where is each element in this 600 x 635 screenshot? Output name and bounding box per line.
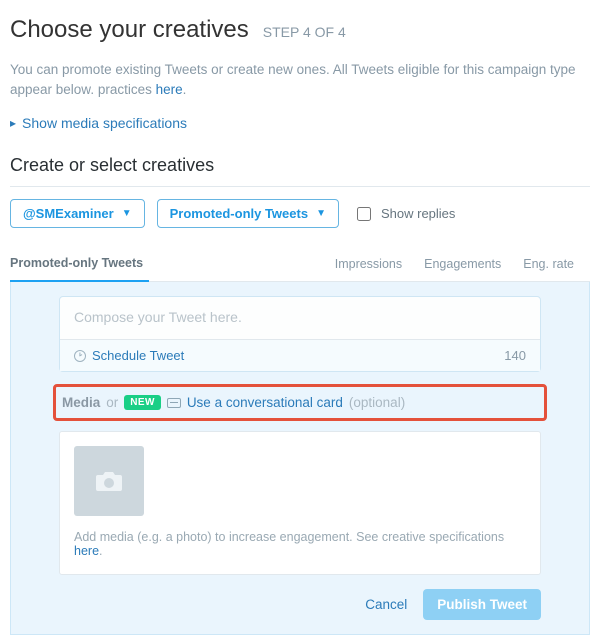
show-media-specs-label: Show media specifications [22,115,187,131]
card-icon [167,398,181,408]
page-header: Choose your creatives STEP 4 OF 4 [10,16,590,44]
camera-icon [94,469,124,493]
intro-text-body: You can promote existing Tweets or creat… [10,62,576,97]
account-select[interactable]: @SMExaminer ▼ [10,199,145,228]
media-options-row: Media or NEW Use a conversational card (… [60,389,540,416]
publish-tweet-button[interactable]: Publish Tweet [423,589,541,620]
tweet-composer-card: Compose your Tweet here. Schedule Tweet … [59,296,541,372]
composer-footer: Schedule Tweet 140 [60,339,540,371]
chevron-down-icon: ▼ [122,208,132,219]
add-media-button[interactable] [74,446,144,516]
show-replies-toggle[interactable]: Show replies [357,206,455,221]
media-help-before: Add media (e.g. a photo) to increase eng… [74,530,504,544]
media-row-highlight: Media or NEW Use a conversational card (… [53,384,547,421]
char-counter: 140 [504,348,526,363]
cancel-button[interactable]: Cancel [365,597,407,612]
col-engagements: Engagements [418,257,517,281]
chevron-down-icon: ▼ [316,208,326,219]
tweet-scope-label: Promoted-only Tweets [170,206,308,221]
composer-panel: Compose your Tweet here. Schedule Tweet … [10,282,590,635]
section-title: Create or select creatives [10,155,590,187]
filter-row: @SMExaminer ▼ Promoted-only Tweets ▼ Sho… [10,199,590,228]
intro-text: You can promote existing Tweets or creat… [10,60,590,99]
media-help-after: . [99,544,102,558]
col-eng-rate: Eng. rate [517,257,590,281]
composer-actions: Cancel Publish Tweet [59,589,541,620]
or-text: or [106,395,118,410]
media-upload-card: Add media (e.g. a photo) to increase eng… [59,431,541,575]
intro-text-after: . [183,82,187,97]
col-impressions: Impressions [329,257,418,281]
media-help-text: Add media (e.g. a photo) to increase eng… [74,530,526,558]
clock-icon [74,350,86,362]
creative-specs-link[interactable]: here [74,544,99,558]
tweet-text-input[interactable]: Compose your Tweet here. [60,297,540,339]
tweet-scope-select[interactable]: Promoted-only Tweets ▼ [157,199,339,228]
schedule-tweet-button[interactable]: Schedule Tweet [74,348,184,363]
table-header-row: Promoted-only Tweets Impressions Engagem… [10,256,590,282]
page-title: Choose your creatives [10,16,249,44]
chevron-right-icon: ▸ [10,116,16,130]
show-media-specs-toggle[interactable]: ▸ Show media specifications [10,115,590,131]
step-indicator: STEP 4 OF 4 [263,24,346,40]
new-badge: NEW [124,395,161,410]
schedule-tweet-label: Schedule Tweet [92,348,184,363]
tab-promoted-only[interactable]: Promoted-only Tweets [10,256,149,282]
optional-label: (optional) [349,395,405,410]
media-label: Media [62,395,100,410]
account-select-label: @SMExaminer [23,206,114,221]
intro-help-link[interactable]: here [156,82,183,97]
conversational-card-link[interactable]: Use a conversational card [187,395,343,410]
show-replies-label: Show replies [381,206,455,221]
show-replies-checkbox[interactable] [357,207,371,221]
